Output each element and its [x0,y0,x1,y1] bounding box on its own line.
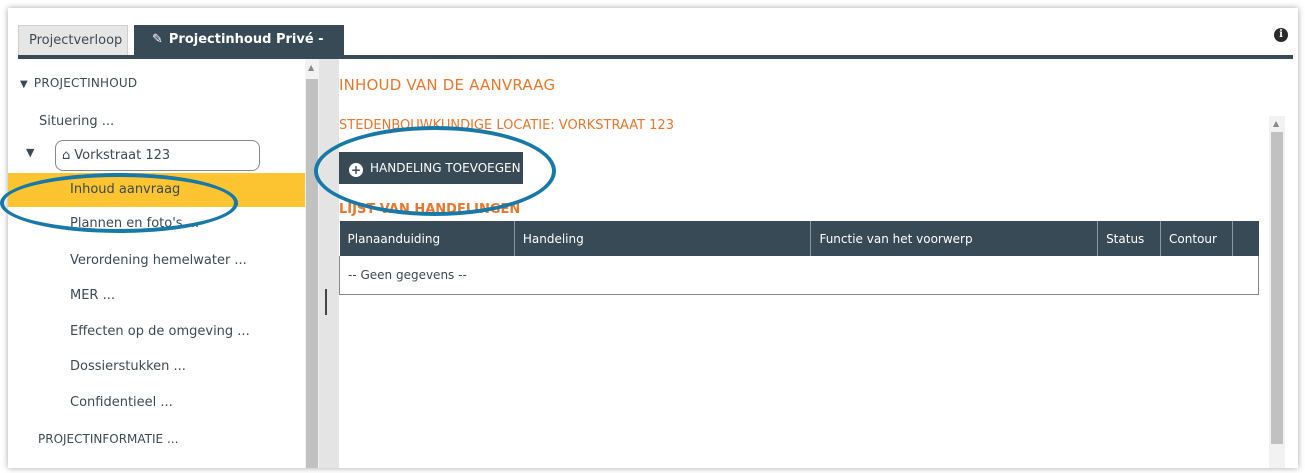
scroll-up-icon[interactable]: ▲ [308,63,314,72]
tree-root-label: PROJECTINHOUD [33,76,138,90]
column-header[interactable]: Status [1097,221,1162,256]
column-header[interactable]: Handeling [514,221,812,256]
sidebar-scrollbar[interactable]: ▲ [305,59,319,468]
tree-item-plannen[interactable]: Plannen en foto's ... [8,207,305,241]
info-icon[interactable]: i [1274,28,1288,42]
add-handeling-button[interactable]: + HANDELING TOEVOEGEN [339,152,523,184]
main-scroll-thumb[interactable] [1271,132,1283,444]
sidebar-scroll-thumb[interactable] [306,79,318,468]
tree-item-label: Confidentieel ... [70,395,173,410]
tree-item-label: Inhoud aanvraag [70,182,181,197]
main-scrollbar[interactable]: ▲ [1269,116,1285,468]
pencil-icon: ✎ [152,32,163,47]
tree-item-label: MER ... [70,288,115,303]
location-heading: STEDENBOUWKUNDIGE LOCATIE: VORKSTRAAT 12… [339,118,674,133]
tree-item-situering[interactable]: Situering ... [8,105,305,139]
column-header[interactable]: Planaanduiding [339,221,515,256]
scroll-up-icon[interactable]: ▲ [1273,119,1279,128]
tree-item-dossierstukken[interactable]: Dossierstukken ... [8,350,305,384]
splitter-grip[interactable] [325,289,327,315]
tab-bar: Projectverloop ✎Projectinhoud Privé - V1… [8,8,1298,77]
caret-down-icon: ▼ [20,79,28,90]
tree-item-inhoud-aanvraag[interactable]: Inhoud aanvraag [8,173,305,207]
caret-down-icon[interactable]: ▼ [26,146,34,159]
tree-item-label: Effecten op de omgeving ... [70,324,250,339]
table-row: -- Geen gegevens -- [339,256,1259,295]
location-label: Vorkstraat 123 [74,148,171,163]
app-frame: Projectverloop ✎Projectinhoud Privé - V1… [0,8,1298,468]
add-handeling-label: HANDELING TOEVOEGEN [370,161,521,175]
empty-table-message: -- Geen gegevens -- [339,256,1259,295]
sidebar-tree: ▼ PROJECTINHOUD Situering ... ▼ ⌂ Vorkstra… [8,59,305,468]
tree-item-verordening[interactable]: Verordening hemelwater ... [8,244,305,278]
pane-splitter[interactable] [319,59,339,468]
tree-item-label: PROJECTINFORMATIE ... [38,432,179,446]
column-header[interactable]: Contour [1160,221,1233,256]
handelingen-table: Planaanduiding Handeling Functie van het… [339,221,1259,295]
list-heading: LIJST VAN HANDELINGEN [339,202,521,217]
tab-projectverloop-label: Projectverloop [29,33,123,48]
tree-item-location[interactable]: ⌂ Vorkstraat 123 [55,140,260,171]
main-content: INHOUD VAN DE AANVRAAG STEDENBOUWKUNDIGE… [339,59,1298,468]
table-header-row: Planaanduiding Handeling Functie van het… [339,221,1259,256]
home-icon: ⌂ [62,148,71,163]
plus-circle-icon: + [349,163,363,177]
tree-item-label: Plannen en foto's ... [70,216,200,231]
tab-projectinhoud[interactable]: ✎Projectinhoud Privé - V1 [134,25,344,77]
tree-item-confidentieel[interactable]: Confidentieel ... [8,386,305,420]
tree-item-label: Situering ... [39,114,115,129]
tab-projectverloop[interactable]: Projectverloop [18,25,128,55]
tree-item-label: Dossierstukken ... [70,359,186,374]
tree-root-projectinhoud[interactable]: ▼ PROJECTINHOUD [20,66,317,100]
tree-item-mer[interactable]: MER ... [8,279,305,313]
column-header-spacer [1232,221,1259,256]
page-title: INHOUD VAN DE AANVRAAG [339,76,556,94]
tree-item-label: Verordening hemelwater ... [70,253,247,268]
tree-item-effecten[interactable]: Effecten op de omgeving ... [8,315,305,349]
column-header[interactable]: Functie van het voorwerp [810,221,1099,256]
tree-item-projectinformatie[interactable]: PROJECTINFORMATIE ... [8,422,305,456]
